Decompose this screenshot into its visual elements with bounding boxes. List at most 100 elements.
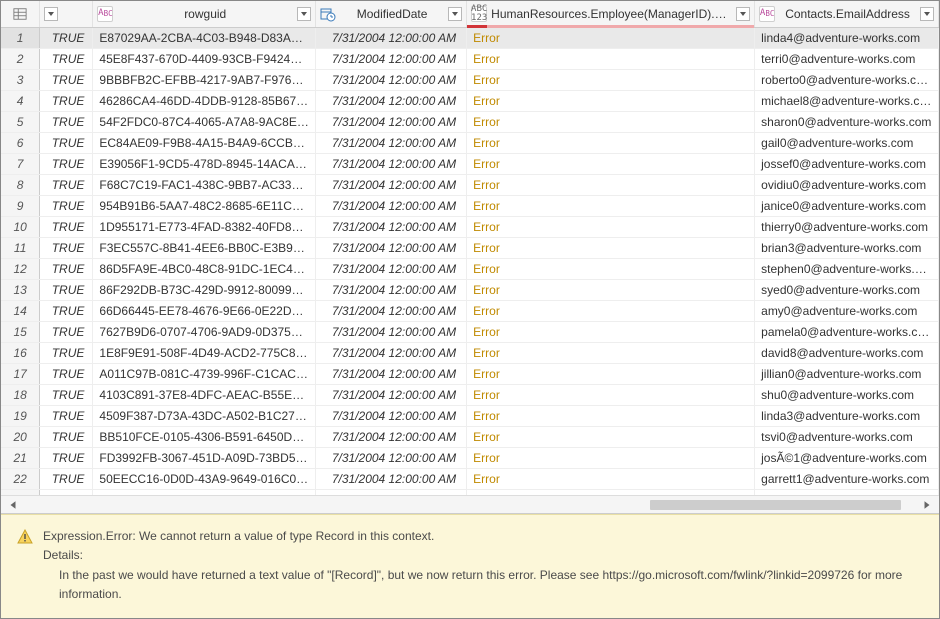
filter-dropdown-icon[interactable] xyxy=(448,7,462,21)
row-number-cell[interactable]: 8 xyxy=(1,174,40,195)
cell-modifieddate[interactable]: 7/31/2004 12:00:00 AM xyxy=(316,237,467,258)
cell-bool[interactable]: TRUE xyxy=(40,405,93,426)
cell-title[interactable]: Error xyxy=(467,405,755,426)
cell-rowguid[interactable]: 86F292DB-B73C-429D-9912-800994D80… xyxy=(93,279,316,300)
cell-modifieddate[interactable]: 7/31/2004 12:00:00 AM xyxy=(316,321,467,342)
cell-modifieddate[interactable]: 7/31/2004 12:00:00 AM xyxy=(316,363,467,384)
table-row[interactable]: 20TRUEBB510FCE-0105-4306-B591-6450D9EBF4… xyxy=(1,426,939,447)
cell-rowguid[interactable]: 54F2FDC0-87C4-4065-A7A8-9AC8EA624… xyxy=(93,111,316,132)
column-header-title[interactable]: ABC123 HumanResources.Employee(ManagerID… xyxy=(467,1,754,27)
cell-rowguid[interactable]: FD3992FB-3067-451D-A09D-73BD53C0F… xyxy=(93,447,316,468)
cell-modifieddate[interactable]: 7/31/2004 12:00:00 AM xyxy=(316,27,467,48)
table-row[interactable]: 7TRUEE39056F1-9CD5-478D-8945-14ACA7FBD…7… xyxy=(1,153,939,174)
cell-bool[interactable]: TRUE xyxy=(40,90,93,111)
row-number-cell[interactable]: 10 xyxy=(1,216,40,237)
row-number-cell[interactable]: 18 xyxy=(1,384,40,405)
cell-modifieddate[interactable]: 7/31/2004 12:00:00 AM xyxy=(316,258,467,279)
column-header-bool[interactable] xyxy=(40,1,92,27)
cell-modifieddate[interactable]: 7/31/2004 12:00:00 AM xyxy=(316,174,467,195)
cell-rowguid[interactable]: 66D66445-EE78-4676-9E66-0E22D6109A… xyxy=(93,300,316,321)
cell-email[interactable]: josÃ©1@adventure-works.com xyxy=(755,447,939,468)
row-number-cell[interactable]: 5 xyxy=(1,111,40,132)
cell-title[interactable]: Error xyxy=(467,321,755,342)
cell-email[interactable]: janice0@adventure-works.com xyxy=(755,195,939,216)
cell-email[interactable]: michael8@adventure-works.com xyxy=(755,90,939,111)
cell-email[interactable]: jossef0@adventure-works.com xyxy=(755,153,939,174)
cell-bool[interactable]: TRUE xyxy=(40,279,93,300)
cell-title[interactable]: Error xyxy=(467,111,755,132)
row-number-cell[interactable]: 7 xyxy=(1,153,40,174)
cell-rowguid[interactable]: 1D955171-E773-4FAD-8382-40FD898D5… xyxy=(93,216,316,237)
cell-bool[interactable]: TRUE xyxy=(40,447,93,468)
cell-bool[interactable]: TRUE xyxy=(40,258,93,279)
cell-email[interactable]: jillian0@adventure-works.com xyxy=(755,363,939,384)
cell-rowguid[interactable]: 46286CA4-46DD-4DDB-9128-85B67E98D… xyxy=(93,90,316,111)
cell-email[interactable]: tsvi0@adventure-works.com xyxy=(755,426,939,447)
cell-title[interactable]: Error xyxy=(467,237,755,258)
cell-rowguid[interactable]: 7627B9D6-0707-4706-9AD9-0D37506B0… xyxy=(93,321,316,342)
cell-title[interactable]: Error xyxy=(467,27,755,48)
cell-email[interactable]: ovidiu0@adventure-works.com xyxy=(755,174,939,195)
scroll-left-icon[interactable] xyxy=(5,498,21,512)
cell-rowguid[interactable]: 86D5FA9E-4BC0-48C8-91DC-1EC467418… xyxy=(93,258,316,279)
cell-email[interactable]: linda3@adventure-works.com xyxy=(755,405,939,426)
row-number-cell[interactable]: 4 xyxy=(1,90,40,111)
cell-title[interactable]: Error xyxy=(467,384,755,405)
row-number-cell[interactable]: 3 xyxy=(1,69,40,90)
cell-modifieddate[interactable]: 7/31/2004 12:00:00 AM xyxy=(316,300,467,321)
row-number-cell[interactable]: 17 xyxy=(1,363,40,384)
row-number-cell[interactable]: 14 xyxy=(1,300,40,321)
cell-modifieddate[interactable]: 7/31/2004 12:00:00 AM xyxy=(316,216,467,237)
cell-email[interactable]: terri0@adventure-works.com xyxy=(755,48,939,69)
cell-modifieddate[interactable]: 7/31/2004 12:00:00 AM xyxy=(316,426,467,447)
horizontal-scrollbar[interactable] xyxy=(1,495,939,513)
row-number-cell[interactable]: 15 xyxy=(1,321,40,342)
cell-modifieddate[interactable]: 7/31/2004 12:00:00 AM xyxy=(316,132,467,153)
filter-dropdown-icon[interactable] xyxy=(920,7,934,21)
row-number-cell[interactable]: 6 xyxy=(1,132,40,153)
cell-title[interactable]: Error xyxy=(467,447,755,468)
cell-bool[interactable]: TRUE xyxy=(40,216,93,237)
table-row[interactable]: 9TRUE954B91B6-5AA7-48C2-8685-6E11C6E5C…7… xyxy=(1,195,939,216)
cell-title[interactable]: Error xyxy=(467,174,755,195)
cell-rowguid[interactable]: 1E8F9E91-508F-4D49-ACD2-775C836030… xyxy=(93,342,316,363)
table-row[interactable]: 4TRUE46286CA4-46DD-4DDB-9128-85B67E98D…7… xyxy=(1,90,939,111)
scroll-track[interactable] xyxy=(21,499,919,511)
cell-rowguid[interactable]: 4103C891-37E8-4DFC-AEAC-B55E2BC1B… xyxy=(93,384,316,405)
table-row[interactable]: 12TRUE86D5FA9E-4BC0-48C8-91DC-1EC467418…… xyxy=(1,258,939,279)
cell-bool[interactable]: TRUE xyxy=(40,321,93,342)
cell-title[interactable]: Error xyxy=(467,216,755,237)
row-number-cell[interactable]: 19 xyxy=(1,405,40,426)
cell-title[interactable]: Error xyxy=(467,363,755,384)
table-row[interactable]: 5TRUE54F2FDC0-87C4-4065-A7A8-9AC8EA624…7… xyxy=(1,111,939,132)
cell-rowguid[interactable]: 9BBBFB2C-EFBB-4217-9AB7-F976893288… xyxy=(93,69,316,90)
scroll-thumb[interactable] xyxy=(650,500,901,510)
cell-rowguid[interactable]: 45E8F437-670D-4409-93CB-F9424A40D… xyxy=(93,48,316,69)
cell-modifieddate[interactable]: 7/31/2004 12:00:00 AM xyxy=(316,279,467,300)
cell-rowguid[interactable]: E87029AA-2CBA-4C03-B948-D83AF0313… xyxy=(93,27,316,48)
cell-title[interactable]: Error xyxy=(467,468,755,489)
cell-modifieddate[interactable]: 7/31/2004 12:00:00 AM xyxy=(316,90,467,111)
cell-bool[interactable]: TRUE xyxy=(40,153,93,174)
cell-title[interactable]: Error xyxy=(467,153,755,174)
table-row[interactable]: 22TRUE50EECC16-0D0D-43A9-9649-016C06DE8…… xyxy=(1,468,939,489)
cell-modifieddate[interactable]: 7/31/2004 12:00:00 AM xyxy=(316,342,467,363)
scroll-right-icon[interactable] xyxy=(919,498,935,512)
cell-rowguid[interactable]: EC84AE09-F9B8-4A15-B4A9-6CCBAB919… xyxy=(93,132,316,153)
filter-dropdown-icon[interactable] xyxy=(297,7,311,21)
cell-title[interactable]: Error xyxy=(467,48,755,69)
cell-title[interactable]: Error xyxy=(467,258,755,279)
row-number-cell[interactable]: 16 xyxy=(1,342,40,363)
table-row[interactable]: 19TRUE4509F387-D73A-43DC-A502-B1C27AA1D…… xyxy=(1,405,939,426)
table-row[interactable]: 11TRUEF3EC557C-8B41-4EE6-BB0C-E3B93AFF81… xyxy=(1,237,939,258)
cell-bool[interactable]: TRUE xyxy=(40,384,93,405)
cell-modifieddate[interactable]: 7/31/2004 12:00:00 AM xyxy=(316,384,467,405)
row-number-cell[interactable]: 11 xyxy=(1,237,40,258)
filter-dropdown-icon[interactable] xyxy=(44,7,58,21)
cell-rowguid[interactable]: 4509F387-D73A-43DC-A502-B1C27AA1D… xyxy=(93,405,316,426)
cell-email[interactable]: pamela0@adventure-works.com xyxy=(755,321,939,342)
cell-email[interactable]: garrett1@adventure-works.com xyxy=(755,468,939,489)
filter-dropdown-icon[interactable] xyxy=(736,7,750,21)
cell-bool[interactable]: TRUE xyxy=(40,468,93,489)
table-row[interactable]: 15TRUE7627B9D6-0707-4706-9AD9-0D37506B0…… xyxy=(1,321,939,342)
